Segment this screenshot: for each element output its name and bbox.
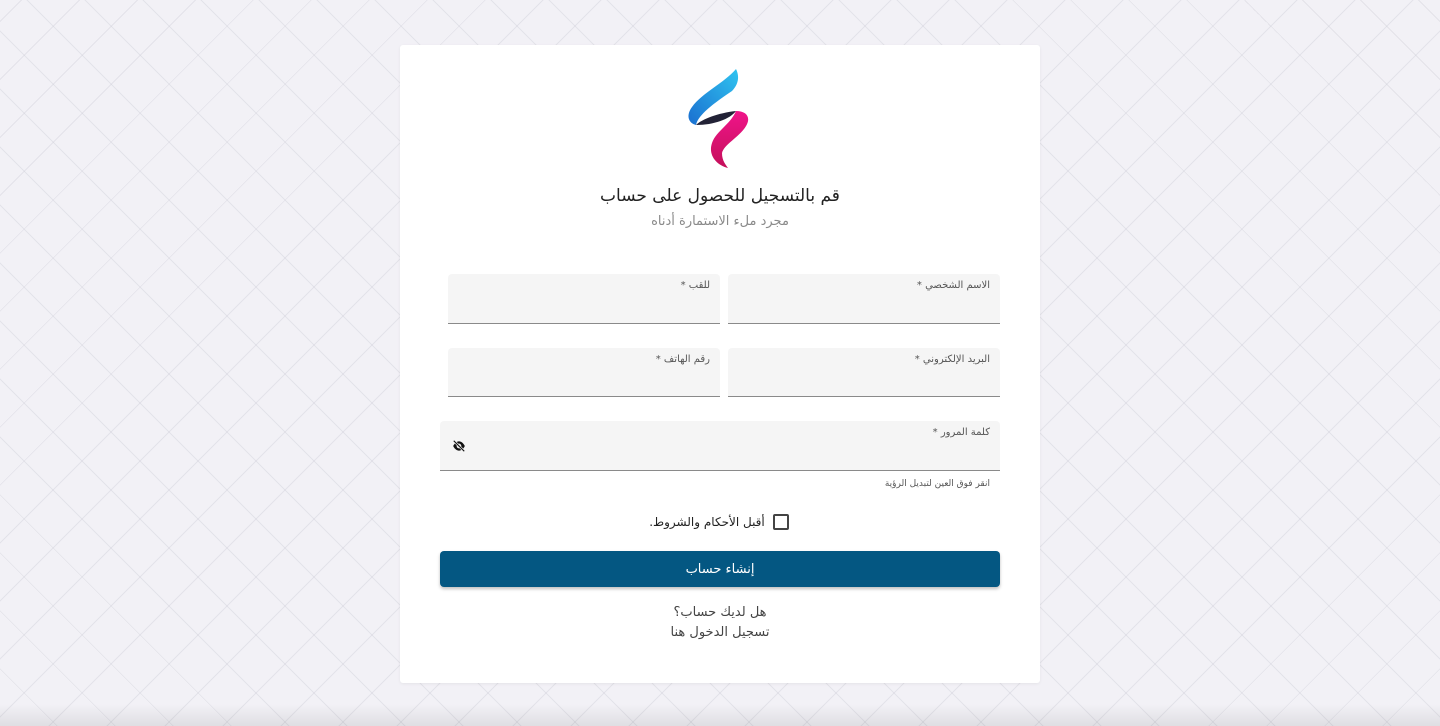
email-label: البريد الإلكتروني * bbox=[914, 354, 990, 365]
terms-row: أقبل الأحكام والشروط. bbox=[400, 514, 1040, 534]
password-hint: انقر فوق العين لتبديل الرؤية bbox=[884, 479, 990, 489]
phone-field[interactable]: رقم الهاتف * bbox=[448, 348, 720, 397]
password-label: كلمة المرور * bbox=[932, 427, 990, 438]
last-name-field[interactable]: للقب * bbox=[448, 274, 720, 324]
have-account-text: هل لديك حساب؟ bbox=[673, 605, 767, 620]
eye-off-icon[interactable] bbox=[452, 439, 466, 453]
page-title: قم بالتسجيل للحصول على حساب bbox=[600, 186, 840, 206]
terms-label[interactable]: أقبل الأحكام والشروط. bbox=[649, 515, 765, 529]
login-link[interactable]: تسجيل الدخول هنا bbox=[400, 625, 1040, 640]
last-name-label: للقب * bbox=[680, 280, 710, 291]
brand-logo bbox=[688, 69, 749, 168]
bottom-shadow bbox=[0, 704, 1440, 726]
phone-label: رقم الهاتف * bbox=[655, 354, 710, 365]
page-subtitle: مجرد ملء الاستمارة أدناه bbox=[651, 214, 789, 229]
terms-checkbox[interactable] bbox=[772, 514, 789, 530]
signup-card: قم بالتسجيل للحصول على حساب مجرد ملء الا… bbox=[400, 45, 1040, 683]
email-field[interactable]: البريد الإلكتروني * bbox=[728, 348, 1000, 397]
create-account-button[interactable]: إنشاء حساب bbox=[440, 551, 1000, 587]
password-field[interactable]: كلمة المرور * bbox=[440, 421, 1000, 471]
first-name-field[interactable]: الاسم الشخصي * bbox=[728, 274, 1000, 324]
first-name-label: الاسم الشخصي * bbox=[916, 280, 990, 291]
